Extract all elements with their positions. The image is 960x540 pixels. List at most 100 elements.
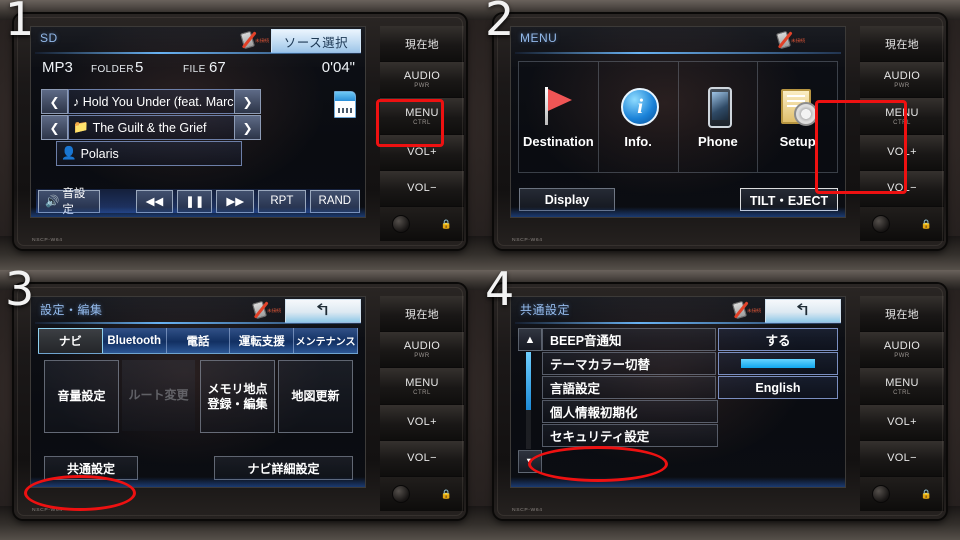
lcd-screen-1: SD 未接続 ソース選択 MP3 FOLDER 5 FILE 67 0'04" [30, 26, 366, 218]
hardkey-label: VOL− [407, 452, 437, 465]
hardkey-label: MENU [885, 376, 919, 389]
setting-label: 言語設定 [542, 376, 716, 399]
panel-number: 3 [5, 270, 35, 316]
folder-next-arrow[interactable]: ❯ [234, 115, 261, 140]
folder-prev-arrow[interactable]: ❮ [41, 115, 68, 140]
setting-label: テーマカラー切替 [542, 352, 716, 375]
phone-status-label: 未接続 [790, 37, 805, 43]
hardkey-label: MENU [405, 106, 439, 119]
list-item-theme-color[interactable]: テーマカラー切替 [542, 352, 838, 375]
hardkey-audio[interactable]: AUDIO PWR [380, 62, 464, 99]
back-button[interactable]: ↰ [765, 299, 841, 323]
phone-disconnected-icon: 未接続 [775, 30, 805, 50]
setting-value-swatch[interactable] [718, 352, 838, 375]
hardkey-sublabel: CTRL [413, 119, 431, 126]
panel-number: 1 [5, 0, 35, 46]
artist-text: Polaris [80, 146, 119, 161]
hardkey-audio[interactable]: AUDIO PWR [860, 62, 944, 99]
settings-list: BEEP音通知 する テーマカラー切替 言語設定 English 個人情報初期化 [542, 328, 838, 473]
track-prev-arrow[interactable]: ❮ [41, 89, 68, 114]
hardkey-volume-up[interactable]: VOL+ [860, 404, 944, 441]
hardkey-current-location[interactable]: 現在地 [380, 296, 464, 333]
menu-item-destination[interactable]: Destination [518, 61, 599, 173]
tab-bluetooth[interactable]: Bluetooth [102, 328, 167, 353]
hardkey-label: 現在地 [885, 38, 919, 51]
sd-card-icon [334, 91, 356, 118]
reset-knob[interactable] [392, 215, 410, 234]
volume-settings-button[interactable]: 音量設定 [44, 360, 119, 433]
setting-label: 個人情報初期化 [542, 400, 718, 423]
screen-title: 設定・編集 [40, 303, 103, 317]
scroll-thumb[interactable] [526, 352, 531, 410]
hardkey-sublabel: PWR [894, 83, 910, 90]
hardkey-label: MENU [405, 376, 439, 389]
hardkey-current-location[interactable]: 現在地 [860, 26, 944, 63]
head-unit-1: SD 未接続 ソース選択 MP3 FOLDER 5 FILE 67 0'04" [14, 14, 466, 249]
hardkey-sublabel: CTRL [893, 119, 911, 126]
hardkey-volume-down[interactable]: VOL− [380, 440, 464, 478]
hardkey-volume-up[interactable]: VOL+ [860, 134, 944, 171]
hardkey-volume-down[interactable]: VOL− [860, 170, 944, 208]
hardkey-volume-down[interactable]: VOL− [380, 170, 464, 208]
tab-navi[interactable]: ナビ [38, 328, 103, 353]
reset-knob[interactable] [872, 485, 890, 504]
scroll-up-button[interactable]: ▲ [518, 328, 542, 351]
hardkey-audio[interactable]: AUDIO PWR [380, 332, 464, 369]
folder-name-field[interactable]: 📁 The Guilt & the Grief [68, 115, 242, 140]
hardkey-label: VOL+ [887, 416, 917, 429]
tab-maintenance[interactable]: メンテナンス [294, 328, 358, 353]
phone-disconnected-icon: 未接続 [731, 300, 761, 320]
menu-item-label: Destination [522, 133, 594, 149]
model-label: NSCP-W64 [512, 507, 543, 513]
hardkey-volume-up[interactable]: VOL+ [380, 134, 464, 171]
hardkey-volume-down[interactable]: VOL− [860, 440, 944, 478]
hardkey-column-4: 現在地 AUDIO PWR MENU CTRL VOL+ VOL− 🔒 [860, 296, 944, 512]
list-item-security-settings[interactable]: セキュリティ設定 [542, 424, 838, 447]
setting-value[interactable]: する [718, 328, 838, 351]
reset-knob[interactable] [872, 215, 890, 234]
screenshot-grid: SD 未接続 ソース選択 MP3 FOLDER 5 FILE 67 0'04" [0, 0, 960, 540]
back-arrow-icon: ↰ [793, 302, 813, 319]
hardkey-label: 現在地 [405, 308, 439, 321]
menu-item-label: Info. [624, 133, 652, 149]
hardkey-menu[interactable]: MENU CTRL [860, 98, 944, 135]
hardkey-label: AUDIO [403, 70, 441, 83]
panel-number: 2 [485, 0, 515, 46]
screen-title: SD [40, 31, 58, 45]
menu-item-info[interactable]: i Info. [598, 61, 679, 173]
track-next-arrow[interactable]: ❯ [234, 89, 261, 114]
header-divider [35, 322, 361, 324]
list-item-personal-data-reset[interactable]: 個人情報初期化 [542, 400, 838, 423]
menu-item-label: Phone [698, 133, 738, 149]
track-title-field[interactable]: ♪ Hold You Under (feat. Marcus Bri [68, 89, 242, 114]
reset-knob[interactable] [392, 485, 410, 504]
hardkey-menu[interactable]: MENU CTRL [380, 98, 464, 135]
scrollbar[interactable]: ▲ ▼ [518, 328, 542, 473]
setting-value[interactable]: English [718, 376, 838, 399]
lock-icon: 🔒 [920, 218, 932, 229]
hardkey-menu[interactable]: MENU CTRL [380, 368, 464, 405]
hardkey-label: VOL− [887, 452, 917, 465]
hardkey-menu[interactable]: MENU CTRL [860, 368, 944, 405]
menu-item-phone[interactable]: Phone [678, 61, 759, 173]
panel-3: 設定・編集 未接続 ↰ ナビ Bluetooth 電話 運転支援 メンテナンス [0, 270, 480, 540]
hardkey-label: 現在地 [405, 38, 439, 51]
hardkey-volume-up[interactable]: VOL+ [380, 404, 464, 441]
hardkey-current-location[interactable]: 現在地 [380, 26, 464, 63]
memory-point-button[interactable]: メモリ地点 登録・編集 [200, 360, 275, 433]
tab-driving-support[interactable]: 運転支援 [230, 328, 295, 353]
source-select-button[interactable]: ソース選択 [271, 29, 361, 53]
menu-item-setup[interactable]: Setup [758, 61, 838, 173]
hardkey-audio[interactable]: AUDIO PWR [860, 332, 944, 369]
info-circle-icon: i [618, 86, 660, 126]
back-button[interactable]: ↰ [285, 299, 361, 323]
lcd-screen-4: 共通設定 未接続 ↰ ▲ ▼ BEEP音通知 する テーマカラー切替 言語設定 … [510, 296, 846, 488]
screen-header-3: 設定・編集 未接続 ↰ [31, 297, 365, 324]
model-label: NSCP-W64 [32, 507, 63, 513]
list-item-beep[interactable]: BEEP音通知 する [542, 328, 838, 351]
map-update-button[interactable]: 地図更新 [278, 360, 353, 433]
scroll-down-button[interactable]: ▼ [518, 450, 542, 473]
tab-telephone[interactable]: 電話 [166, 328, 231, 353]
list-item-language[interactable]: 言語設定 English [542, 376, 838, 399]
hardkey-current-location[interactable]: 現在地 [860, 296, 944, 333]
